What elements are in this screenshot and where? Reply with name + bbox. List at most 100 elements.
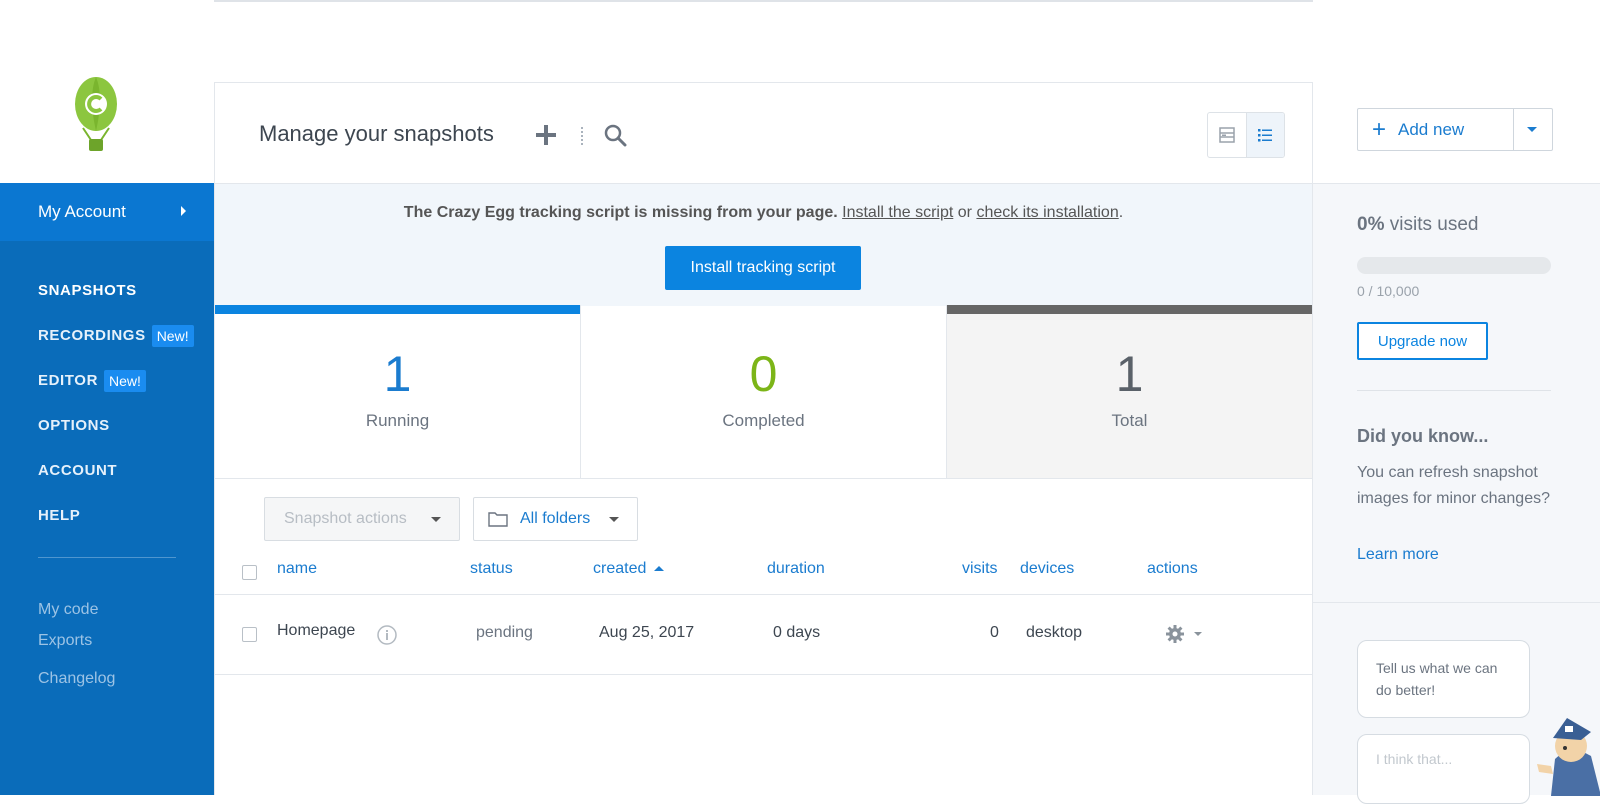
alert-connector: or <box>957 204 972 221</box>
stat-label: Total <box>1111 411 1148 430</box>
page-header: Manage your snapshots <box>215 83 1312 184</box>
grid-view-icon <box>1219 127 1235 143</box>
add-new-label: Add new <box>1398 119 1465 139</box>
sidebar-item-label: OPTIONS <box>38 417 110 434</box>
snapshot-name[interactable]: Homepage <box>277 622 355 640</box>
sidebar-item-label: ACCOUNT <box>38 462 118 479</box>
chevron-down-icon <box>431 517 441 522</box>
usage-count: 0 / 10,000 <box>1357 283 1420 299</box>
install-script-link[interactable]: Install the script <box>842 204 953 221</box>
stat-total[interactable]: 1 Total <box>947 305 1312 478</box>
tracking-script-alert: The Crazy Egg tracking script is missing… <box>215 184 1312 306</box>
snapshot-devices: desktop <box>1026 624 1083 641</box>
column-duration[interactable]: duration <box>767 560 825 578</box>
sidebar-item-label: HELP <box>38 507 81 524</box>
snapshot-status: pending <box>476 624 533 641</box>
logo-area <box>0 0 214 183</box>
stat-bar <box>215 305 580 314</box>
sidebar-item-snapshots[interactable]: SNAPSHOTS <box>38 268 194 313</box>
snapshot-toolbar: Snapshot actions All folders <box>215 479 1312 557</box>
mascot-illustration <box>1537 718 1600 796</box>
column-actions: actions <box>1147 560 1198 577</box>
snapshot-duration: 0 days <box>773 624 821 641</box>
stat-running[interactable]: 1 Running <box>215 305 581 478</box>
grid-view-button[interactable] <box>1208 113 1246 157</box>
sidebar-item-recordings[interactable]: RECORDINGS New! <box>38 313 194 358</box>
add-new-button-group: + Add new <box>1357 108 1553 151</box>
chevron-down-icon <box>1527 127 1537 132</box>
column-name[interactable]: name <box>277 560 317 578</box>
feedback-prompt: Tell us what we can do better! <box>1357 640 1530 718</box>
folder-icon <box>488 512 508 527</box>
check-installation-link[interactable]: check its installation <box>976 204 1118 221</box>
stat-value: 1 <box>1115 346 1144 402</box>
chevron-down-icon <box>1194 632 1202 636</box>
new-badge: New! <box>104 369 146 392</box>
sidebar-item-label: SNAPSHOTS <box>38 282 137 299</box>
snapshot-actions-dropdown[interactable]: Snapshot actions <box>264 497 460 541</box>
plus-icon[interactable] <box>535 124 557 146</box>
alert-text: The Crazy Egg tracking script is missing… <box>403 204 838 221</box>
my-account-menu[interactable]: My Account <box>0 183 214 241</box>
main-panel: Manage your snapshots The Crazy Egg trac… <box>214 82 1313 795</box>
sidebar-link-exports[interactable]: Exports <box>38 626 115 656</box>
chevron-down-icon <box>609 517 619 522</box>
snapshot-actions-label: Snapshot actions <box>284 510 407 527</box>
sidebar-item-label: EDITOR <box>38 372 98 389</box>
usage-label: visits used <box>1389 214 1479 235</box>
learn-more-link[interactable]: Learn more <box>1357 546 1439 564</box>
sidebar-sub-nav: My code Exports Changelog <box>38 593 115 701</box>
stat-value: 1 <box>383 346 412 402</box>
divider <box>1313 602 1600 603</box>
snapshot-created: Aug 25, 2017 <box>599 624 695 641</box>
column-devices[interactable]: devices <box>1020 560 1074 578</box>
chevron-right-icon <box>181 206 186 216</box>
sidebar-item-options[interactable]: OPTIONS <box>38 403 194 448</box>
gear-icon <box>1166 625 1184 643</box>
search-icon[interactable] <box>603 123 627 147</box>
list-view-button[interactable] <box>1245 113 1284 157</box>
right-panel: 0% visits used 0 / 10,000 Upgrade now Di… <box>1313 183 1600 804</box>
install-tracking-script-button[interactable]: Install tracking script <box>665 246 861 290</box>
folders-label: All folders <box>520 510 591 527</box>
row-checkbox[interactable] <box>242 627 257 642</box>
stat-label: Running <box>365 411 430 430</box>
add-new-dropdown-toggle[interactable] <box>1514 109 1552 150</box>
info-icon[interactable] <box>377 625 397 645</box>
folders-dropdown[interactable]: All folders <box>473 497 638 541</box>
sidebar-item-editor[interactable]: EDITOR New! <box>38 358 194 403</box>
sidebar: My Account SNAPSHOTS RECORDINGS New! EDI… <box>0 183 214 795</box>
snapshot-visits: 0 <box>990 624 999 641</box>
column-status[interactable]: status <box>470 560 513 578</box>
usage-summary: 0% visits used <box>1357 214 1478 236</box>
stat-label: Completed <box>722 411 805 430</box>
sort-ascending-icon <box>654 566 665 572</box>
sidebar-item-label: RECORDINGS <box>38 327 146 344</box>
select-all-checkbox[interactable] <box>242 565 257 580</box>
feedback-input[interactable]: I think that... <box>1357 734 1530 804</box>
sidebar-link-my-code[interactable]: My code <box>38 593 115 626</box>
column-created-label: created <box>593 560 647 577</box>
plus-icon: + <box>1372 115 1387 143</box>
stats-row: 1 Running 0 Completed 1 Total <box>215 305 1312 479</box>
usage-progress-bar <box>1357 257 1551 274</box>
list-view-icon <box>1258 129 1273 142</box>
column-created[interactable]: created <box>593 560 665 578</box>
add-new-button[interactable]: + Add new <box>1358 109 1514 150</box>
sidebar-item-help[interactable]: HELP <box>38 493 194 538</box>
stat-completed[interactable]: 0 Completed <box>581 305 947 478</box>
row-actions-menu[interactable] <box>1165 624 1207 646</box>
sidebar-link-changelog[interactable]: Changelog <box>38 656 115 701</box>
crazy-egg-logo[interactable] <box>74 76 118 154</box>
upgrade-now-button[interactable]: Upgrade now <box>1357 322 1488 360</box>
table-header: name status created duration visits devi… <box>215 557 1312 595</box>
stat-bar <box>947 305 1312 314</box>
column-visits[interactable]: visits <box>962 560 998 578</box>
stat-value: 0 <box>749 346 778 402</box>
separator <box>581 127 583 145</box>
my-account-label: My Account <box>38 202 126 221</box>
did-you-know-title: Did you know... <box>1357 426 1489 446</box>
sidebar-item-account[interactable]: ACCOUNT <box>38 448 194 493</box>
did-you-know-text: You can refresh snapshot images for mino… <box>1357 464 1550 507</box>
table-row[interactable]: Homepage pending Aug 25, 2017 0 days 0 d… <box>215 595 1312 675</box>
